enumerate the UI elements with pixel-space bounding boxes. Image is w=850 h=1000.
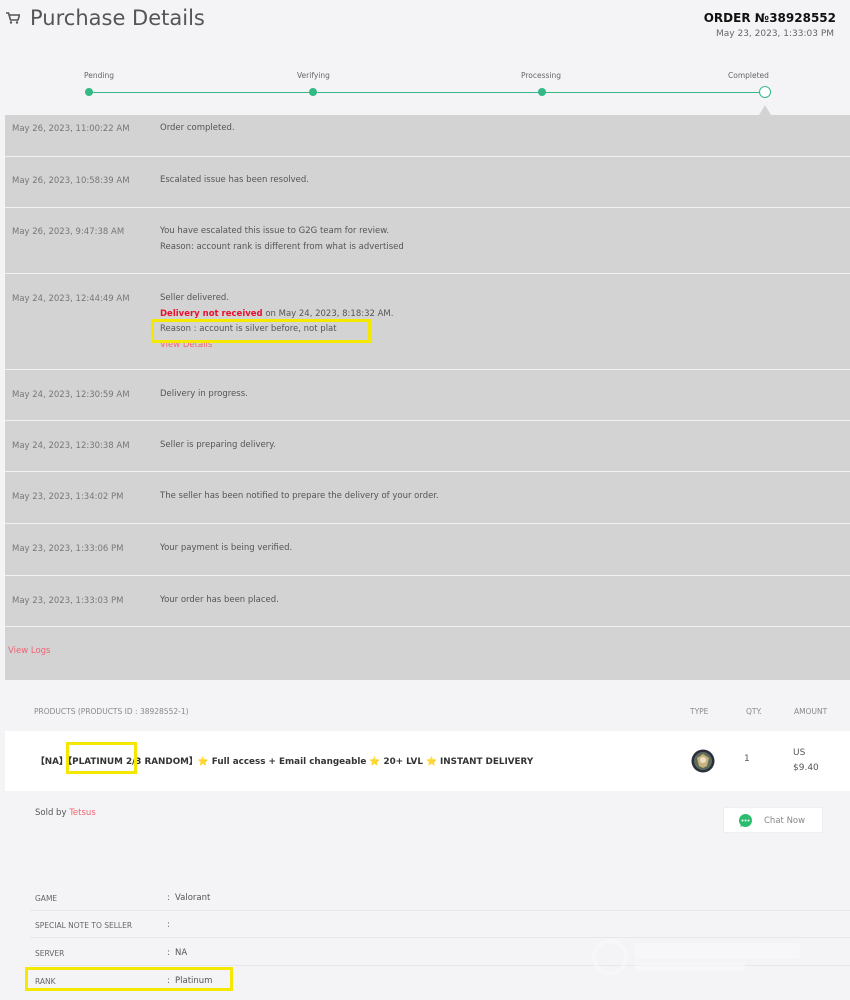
- amount-currency: US: [793, 748, 806, 758]
- highlight-reason-box: [151, 319, 371, 343]
- product-title-part: 20+ LVL: [380, 757, 426, 767]
- type-header: TYPE: [690, 707, 709, 716]
- step-dot-verifying: [309, 88, 317, 96]
- chat-now-label: Chat Now: [764, 816, 806, 826]
- chat-now-button[interactable]: Chat Now: [723, 807, 823, 833]
- log-row: May 23, 2023, 1:33:03 PM Your order has …: [5, 576, 850, 627]
- step-dot-processing: [538, 88, 546, 96]
- product-title-part: 【NA】: [36, 757, 68, 767]
- info-value-game: Valorant: [175, 893, 211, 903]
- log-time: May 24, 2023, 12:30:59 AM: [12, 390, 130, 400]
- star-icon: ⭐: [426, 757, 437, 767]
- step-label-processing: Processing: [521, 71, 562, 80]
- log-row: May 24, 2023, 12:30:38 AM Seller is prep…: [5, 421, 850, 472]
- highlight-rank-box: [25, 967, 233, 991]
- order-progress: Pending Verifying Processing Completed: [0, 65, 850, 115]
- log-line: Seller delivered.: [160, 293, 230, 303]
- log-row: May 23, 2023, 1:33:06 PM Your payment is…: [5, 524, 850, 576]
- star-icon: ⭐: [369, 757, 381, 767]
- log-time: May 26, 2023, 9:47:38 AM: [12, 227, 125, 237]
- amount-value: $9.40: [793, 763, 819, 773]
- info-colon: :: [167, 920, 170, 930]
- progress-track: [89, 92, 765, 93]
- log-row: May 23, 2023, 1:34:02 PM The seller has …: [5, 472, 850, 524]
- products-header: PRODUCTS (PRODUCTS ID : 38928552-1): [34, 707, 189, 716]
- product-qty: 1: [744, 754, 750, 764]
- info-value-server: NA: [175, 948, 188, 958]
- log-time: May 23, 2023, 1:33:06 PM: [12, 544, 124, 554]
- qty-header: QTY.: [746, 707, 762, 716]
- step-dot-completed: [759, 86, 771, 98]
- cart-icon: [6, 12, 20, 24]
- info-label-server: SERVER: [35, 949, 65, 958]
- highlight-platinum-box: [66, 742, 137, 774]
- info-colon: :: [167, 893, 170, 903]
- page-header: Purchase Details ORDER №38928552 May 23,…: [0, 0, 850, 60]
- amount-header: AMOUNT: [794, 707, 828, 716]
- delivery-status-time: on May 24, 2023, 8:18:32 AM.: [262, 308, 394, 319]
- product-title-part: Full access + Email changeable: [208, 757, 370, 767]
- delivery-not-received-label: Delivery not received: [160, 308, 263, 319]
- log-row: May 24, 2023, 12:44:49 AM Seller deliver…: [5, 274, 850, 370]
- chat-bubble-icon: [739, 814, 752, 827]
- log-message: Your order has been placed.: [160, 595, 279, 605]
- log-row: May 26, 2023, 10:58:39 AM Escalated issu…: [5, 157, 850, 208]
- log-row: May 24, 2023, 12:30:59 AM Delivery in pr…: [5, 370, 850, 421]
- sold-by: Sold by Tetsus: [35, 808, 96, 818]
- step-label-pending: Pending: [84, 71, 114, 80]
- logs-caret: [759, 105, 771, 115]
- watermark-logo: [592, 939, 800, 975]
- order-date: May 23, 2023, 1:33:03 PM: [716, 29, 835, 39]
- log-message: The seller has been notified to prepare …: [160, 491, 439, 501]
- log-message: Delivery in progress.: [160, 389, 248, 399]
- step-label-verifying: Verifying: [297, 71, 330, 80]
- order-log-panel: May 26, 2023, 11:00:22 AM Order complete…: [5, 115, 850, 680]
- account-type-icon: [691, 749, 715, 773]
- log-message: Escalated issue has been resolved.: [160, 175, 310, 185]
- log-time: May 26, 2023, 11:00:22 AM: [12, 124, 130, 134]
- log-message: You have escalated this issue to G2G tea…: [160, 224, 404, 255]
- star-icon: ⭐: [197, 757, 209, 767]
- page-title: Purchase Details: [30, 6, 205, 30]
- log-line: Reason: account rank is different from w…: [160, 241, 404, 252]
- log-time: May 24, 2023, 12:30:38 AM: [12, 441, 130, 451]
- log-message: Order completed.: [160, 123, 235, 133]
- product-title-part: INSTANT DELIVERY: [436, 757, 534, 767]
- log-row: May 26, 2023, 9:47:38 AM You have escala…: [5, 208, 850, 274]
- info-colon: :: [167, 948, 170, 958]
- step-dot-pending: [85, 88, 93, 96]
- info-divider: [30, 910, 850, 911]
- log-time: May 23, 2023, 1:33:03 PM: [12, 596, 124, 606]
- log-time: May 23, 2023, 1:34:02 PM: [12, 492, 124, 502]
- view-logs-link[interactable]: View Logs: [8, 646, 50, 656]
- log-time: May 24, 2023, 12:44:49 AM: [12, 294, 130, 304]
- log-line: You have escalated this issue to G2G tea…: [160, 226, 390, 236]
- order-number: ORDER №38928552: [703, 11, 836, 25]
- info-label-game: GAME: [35, 894, 58, 903]
- log-row: May 26, 2023, 11:00:22 AM Order complete…: [5, 115, 850, 157]
- seller-name-link[interactable]: Tetsus: [69, 808, 96, 818]
- log-message: Seller is preparing delivery.: [160, 440, 276, 450]
- log-time: May 26, 2023, 10:58:39 AM: [12, 176, 130, 186]
- step-label-completed: Completed: [728, 71, 769, 80]
- sold-by-label: Sold by: [35, 808, 70, 818]
- log-message: Your payment is being verified.: [160, 543, 293, 553]
- product-amount: US $9.40: [793, 746, 819, 776]
- info-label-special-note: SPECIAL NOTE TO SELLER: [35, 921, 133, 930]
